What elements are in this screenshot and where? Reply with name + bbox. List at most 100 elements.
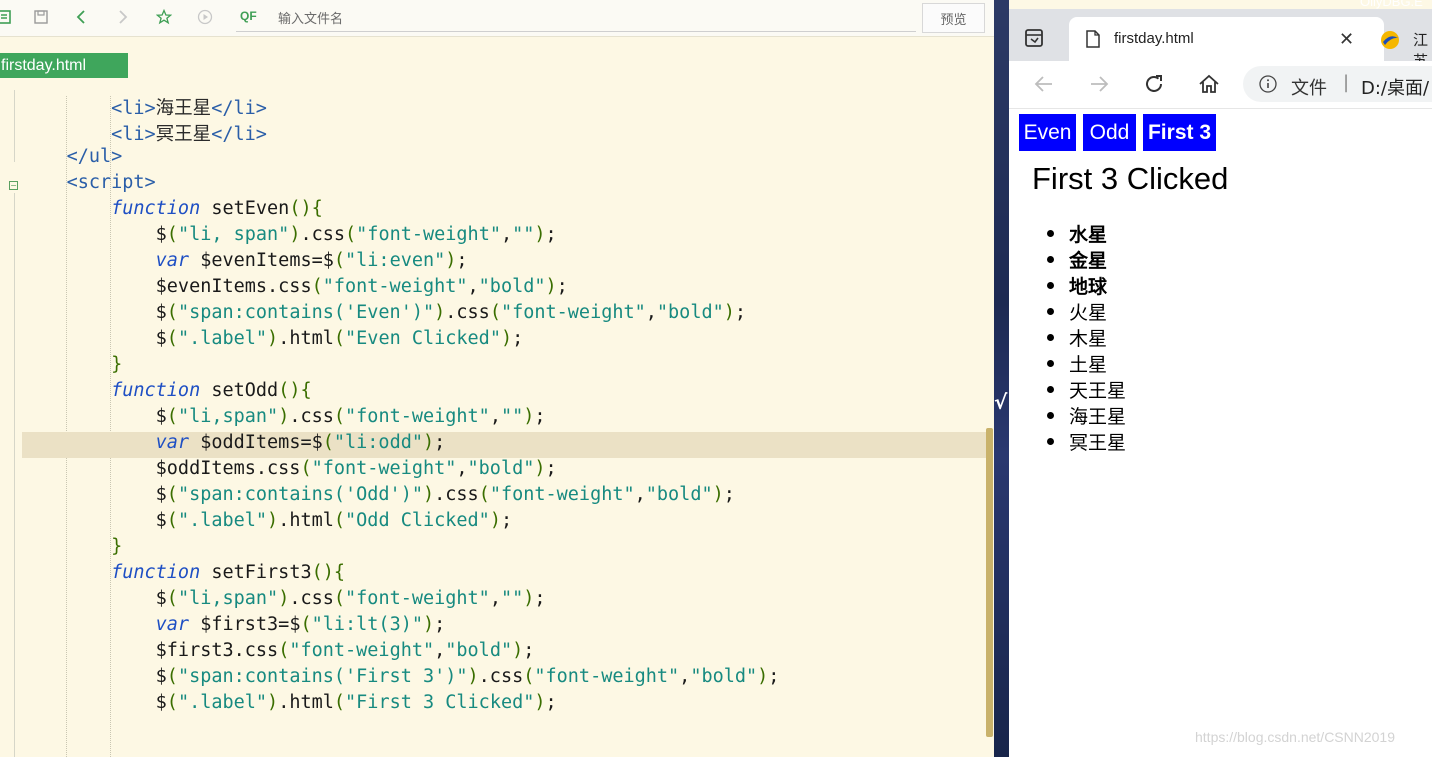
refresh-icon[interactable] — [1141, 71, 1167, 97]
forward-icon[interactable] — [112, 7, 132, 27]
code-token: ) — [523, 588, 535, 609]
run-icon[interactable] — [195, 7, 215, 27]
code-line[interactable]: function setFirst3(){ — [22, 562, 986, 588]
file-search-input[interactable] — [278, 9, 878, 29]
code-token: $ — [155, 666, 167, 687]
editor-gutter: − — [0, 90, 20, 757]
even-button[interactable]: Even — [1019, 114, 1076, 151]
code-token: ) — [534, 224, 546, 245]
planet-list-item: 海王星 — [1046, 402, 1126, 428]
fold-line — [14, 193, 15, 757]
file-tab[interactable]: firstday.html — [0, 53, 128, 78]
code-line[interactable]: function setOdd(){ — [22, 380, 986, 406]
code-token: "li,span" — [177, 588, 279, 609]
browser-tab-bar: firstday.html ✕ 江苏 — [1009, 9, 1432, 70]
document-icon[interactable] — [0, 7, 14, 27]
code-token: ) — [422, 484, 435, 505]
code-line[interactable]: $oddItems.css("font-weight","bold"); — [22, 458, 986, 484]
code-token: .html — [278, 692, 334, 713]
code-line[interactable]: </ul> — [22, 146, 986, 172]
code-line[interactable]: $(".label").html("Even Clicked"); — [22, 328, 986, 354]
close-icon[interactable]: ✕ — [1339, 29, 1354, 50]
code-token: .css — [289, 406, 334, 427]
code-line[interactable]: var $oddItems=$("li:odd"); — [22, 432, 986, 458]
first-3-button[interactable]: First 3 — [1143, 114, 1216, 151]
code-token: ) — [267, 510, 279, 531]
code-line[interactable]: function setEven(){ — [22, 198, 986, 224]
code-line[interactable]: $("li, span").css("font-weight",""); — [22, 224, 986, 250]
browser-tab-active[interactable]: firstday.html ✕ — [1069, 17, 1384, 61]
site-favicon-icon[interactable] — [1379, 29, 1401, 51]
code-line[interactable]: $("span:contains('First 3')").css("font-… — [22, 666, 986, 692]
code-token: "bold" — [690, 666, 758, 687]
info-icon[interactable] — [1259, 75, 1277, 93]
code-area[interactable]: <li>海王星</li> <li>冥王星</li> </ul> <script>… — [22, 94, 986, 718]
code-token: "li,span" — [177, 406, 279, 427]
code-token: setFirst3 — [200, 562, 312, 583]
code-line[interactable]: <li>海王星</li> — [22, 94, 986, 120]
fold-line — [14, 90, 15, 162]
planet-list-item: 天王星 — [1046, 376, 1126, 402]
code-line[interactable]: $("li,span").css("font-weight",""); — [22, 588, 986, 614]
code-token: $ — [155, 692, 167, 713]
code-line[interactable]: $(".label").html("Odd Clicked"); — [22, 510, 986, 536]
tab-actions-icon[interactable] — [1023, 27, 1045, 49]
code-line[interactable]: } — [22, 536, 986, 562]
back-arrow-icon[interactable] — [1031, 71, 1057, 97]
address-bar[interactable]: 文件 | D:/桌面/ — [1243, 66, 1432, 102]
back-icon[interactable] — [72, 7, 92, 27]
address-url[interactable]: D:/桌面/ — [1361, 74, 1429, 100]
code-token: ) — [423, 614, 435, 635]
code-line[interactable]: $("span:contains('Odd')").css("font-weig… — [22, 484, 986, 510]
code-token: var — [155, 432, 190, 453]
code-token: var — [155, 614, 190, 635]
star-icon[interactable] — [154, 7, 174, 27]
address-scheme-label: 文件 — [1291, 78, 1327, 99]
code-token: "bold" — [445, 640, 513, 661]
code-token: "li:even" — [345, 250, 446, 271]
odd-button[interactable]: Odd — [1083, 114, 1136, 151]
code-line[interactable]: var $evenItems=$("li:even"); — [22, 250, 986, 276]
code-line[interactable]: var $first3=$("li:lt(3)"); — [22, 614, 986, 640]
code-line[interactable]: <script> — [22, 172, 986, 198]
code-line[interactable]: $evenItems.css("font-weight","bold"); — [22, 276, 986, 302]
file-search-box[interactable]: QF — [236, 6, 916, 32]
fold-toggle-icon[interactable]: − — [9, 181, 18, 190]
code-line[interactable]: $(".label").html("First 3 Clicked"); — [22, 692, 986, 718]
code-line[interactable]: $("span:contains('Even')").css("font-wei… — [22, 302, 986, 328]
desktop-app-label[interactable]: OllyDBG.E — [1360, 0, 1423, 9]
forward-arrow-icon[interactable] — [1086, 71, 1112, 97]
code-token: ( — [166, 588, 178, 609]
code-line[interactable]: $("li,span").css("font-weight",""); — [22, 406, 986, 432]
code-token: ".label" — [177, 692, 268, 713]
code-token: ; — [768, 666, 780, 687]
code-token: ; — [734, 302, 747, 323]
code-token: "li:lt(3)" — [311, 614, 423, 635]
code-token: ) — [512, 640, 524, 661]
save-icon[interactable] — [31, 7, 51, 27]
code-token: "font-weight" — [500, 302, 646, 323]
code-token: $ — [155, 406, 167, 427]
code-token: $ — [155, 328, 167, 349]
code-line[interactable]: } — [22, 354, 986, 380]
code-token: ( — [166, 224, 178, 245]
code-line[interactable]: $first3.css("font-weight","bold"); — [22, 640, 986, 666]
code-token: "font-weight" — [356, 224, 501, 245]
code-token: ; — [434, 614, 446, 635]
code-token: $evenItems.css — [155, 276, 312, 297]
code-line[interactable]: <li>冥王星</li> — [22, 120, 986, 146]
home-icon[interactable] — [1196, 71, 1222, 97]
preview-button[interactable]: 预览 — [922, 3, 985, 33]
page-content: Even Odd First 3 First 3 Clicked 水星 金星 地球火… — [1009, 110, 1432, 757]
code-token: ( — [166, 328, 178, 349]
code-token: ; — [545, 692, 557, 713]
editor-scrollbar[interactable] — [986, 428, 993, 737]
